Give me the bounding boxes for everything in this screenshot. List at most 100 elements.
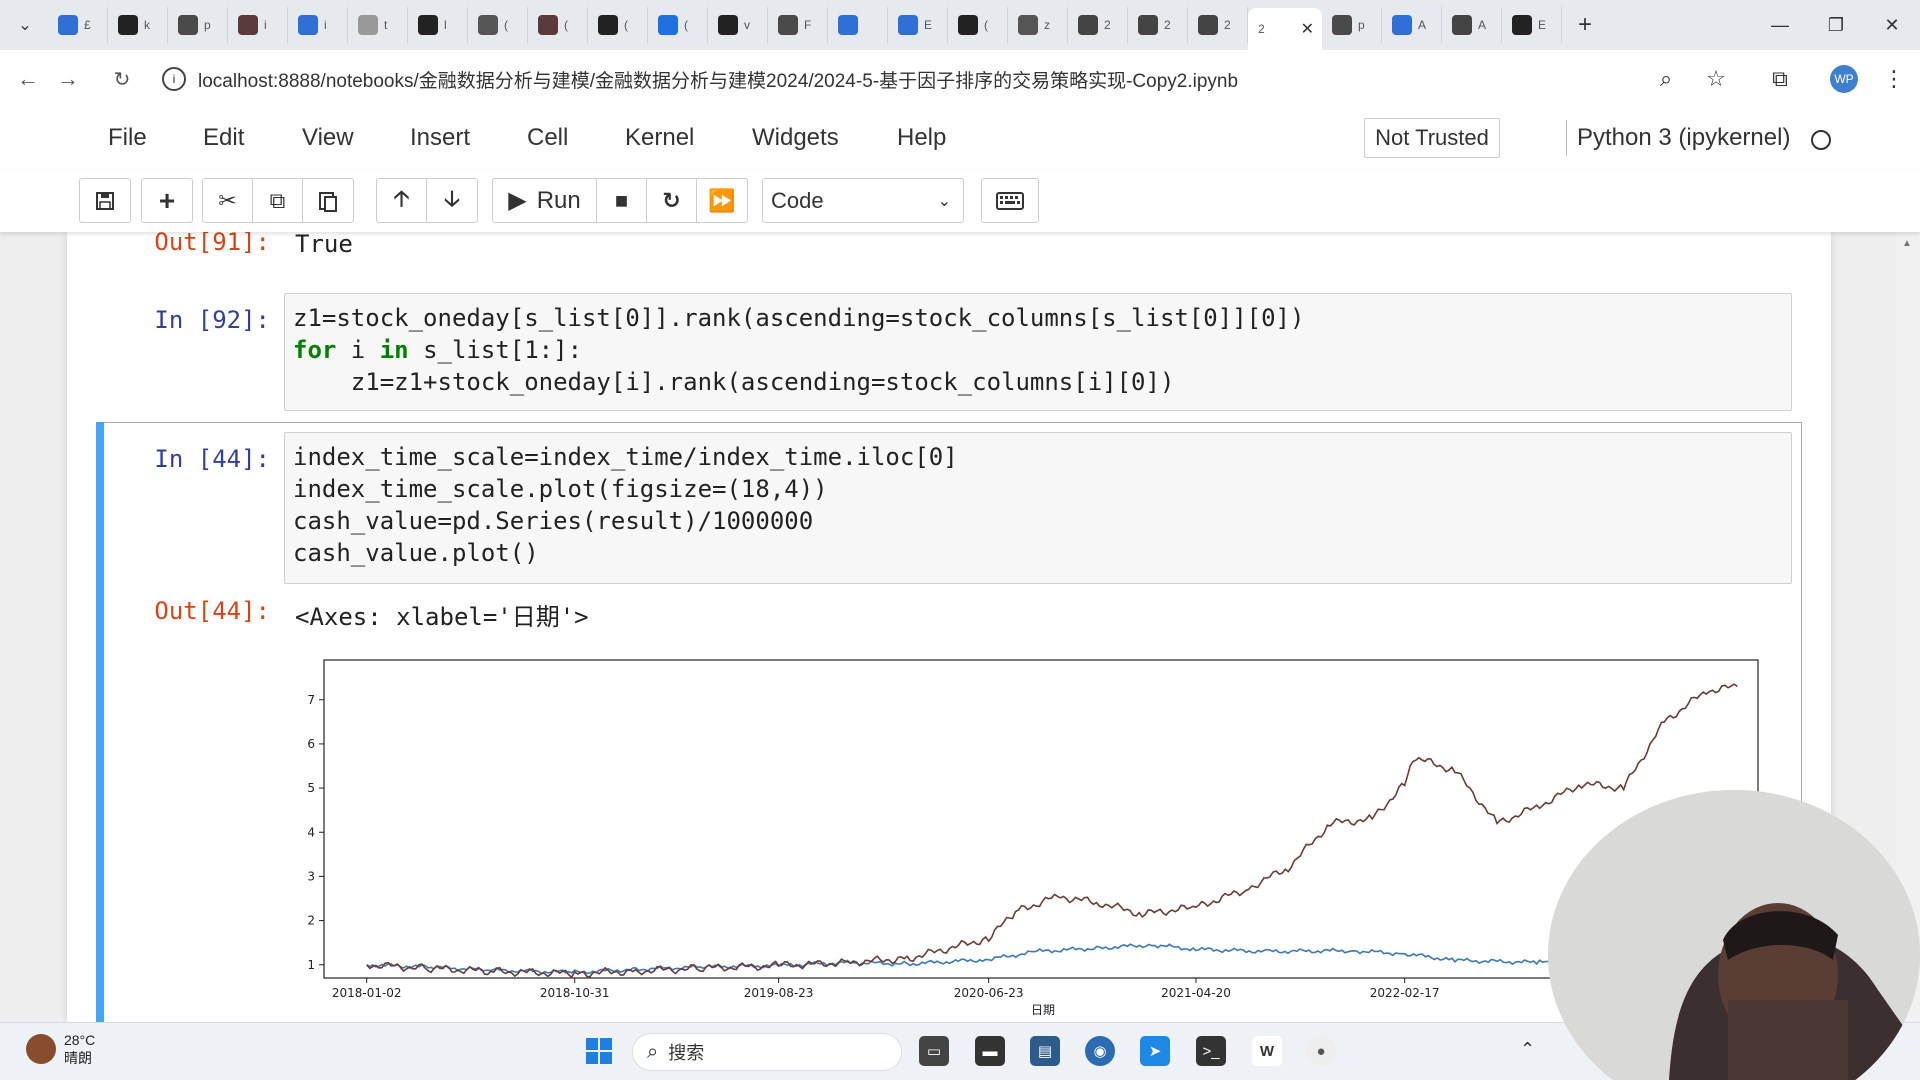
cut-scissors-icon[interactable]: ✂	[203, 179, 253, 222]
keyboard-shortcuts-icon[interactable]	[981, 178, 1039, 223]
restore-icon[interactable]: ❐	[1808, 0, 1864, 50]
url-input[interactable]: i localhost:8888/notebooks/金融数据分析与建模/金融数…	[150, 58, 1710, 100]
new-tab-button[interactable]: +	[1568, 8, 1602, 42]
browser-tab[interactable]: k	[108, 7, 168, 43]
book-icon	[1198, 15, 1218, 35]
browser-tab[interactable]: E	[888, 7, 948, 43]
browser-tab[interactable]: (	[588, 7, 648, 43]
menu-kernel[interactable]: Kernel	[625, 124, 694, 152]
browser-tab[interactable]: £	[48, 7, 108, 43]
save-icon[interactable]	[80, 179, 130, 222]
c-icon	[1332, 15, 1352, 35]
menu-cell[interactable]: Cell	[527, 124, 568, 152]
x-tick-label: 2020-06-23	[954, 986, 1024, 1000]
browser-tab[interactable]: E	[1502, 7, 1562, 43]
insert-group: +	[141, 178, 193, 223]
code-cell-44[interactable]: index_time_scale=index_time/index_time.i…	[284, 432, 1792, 584]
bot-icon	[58, 15, 78, 35]
reload-icon[interactable]: ↻	[102, 59, 142, 99]
browser-tab[interactable]: (	[648, 7, 708, 43]
menu-help[interactable]: Help	[897, 124, 946, 152]
windows-start-icon[interactable]	[584, 1036, 614, 1066]
code-line: cash_value=pd.Series(result)/1000000	[293, 507, 814, 535]
file-explorer-icon[interactable]: ▤	[1030, 1036, 1060, 1066]
browser-tab[interactable]	[828, 7, 888, 43]
scroll-up-arrow-icon[interactable]: ▲	[1902, 238, 1912, 249]
in92-prompt: In [92]:	[154, 306, 270, 334]
insert-cell-plus-icon[interactable]: +	[142, 179, 192, 222]
weather-widget[interactable]: 28°C 晴朗	[26, 1031, 95, 1067]
weather-desc: 晴朗	[64, 1050, 92, 1066]
wps-app-icon[interactable]: W	[1252, 1036, 1282, 1066]
y-tick-label: 1	[307, 958, 315, 972]
y-tick-label: 3	[307, 869, 315, 883]
cell-type-select[interactable]: Code ⌄	[762, 178, 964, 223]
browser-tab-label: (	[984, 18, 988, 32]
chrome-browser-icon[interactable]: ◉	[1085, 1036, 1115, 1066]
copy-icon[interactable]: ⧉	[253, 179, 303, 222]
feishu-app-icon[interactable]: ➤	[1140, 1036, 1170, 1066]
browser-tab[interactable]: z	[1008, 7, 1068, 43]
code-cell-92[interactable]: z1=stock_oneday[s_list[0]].rank(ascendin…	[284, 293, 1792, 411]
tab-search-chevron-icon[interactable]: ⌄	[8, 8, 42, 42]
menu-view[interactable]: View	[302, 124, 354, 152]
browser-tab[interactable]: A	[1442, 7, 1502, 43]
x-tick-label: 2018-01-02	[332, 986, 402, 1000]
browser-tab[interactable]: t	[348, 7, 408, 43]
selected-cell-indicator	[96, 422, 104, 1032]
menu-edit[interactable]: Edit	[203, 124, 244, 152]
out44-output: <Axes: xlabel='日期'>	[295, 603, 589, 631]
zoom-icon[interactable]: ⌕	[1652, 66, 1680, 92]
browser-tab[interactable]: i	[288, 7, 348, 43]
task-view-icon[interactable]: ▭	[919, 1036, 949, 1066]
bookmark-star-icon[interactable]: ☆	[1702, 66, 1730, 92]
browser-tab[interactable]: F	[768, 7, 828, 43]
browser-menu-icon[interactable]: ⋮	[1880, 66, 1908, 92]
close-tab-icon[interactable]: ✕	[1301, 19, 1314, 39]
active-tab[interactable]: 2 ✕	[1248, 8, 1322, 50]
browser-tab[interactable]: 2	[1188, 7, 1248, 43]
browser-tab[interactable]: v	[708, 7, 768, 43]
not-trusted-button[interactable]: Not Trusted	[1364, 118, 1500, 158]
paste-icon[interactable]	[303, 179, 353, 222]
forward-icon[interactable]: →	[48, 59, 88, 99]
browser-tab[interactable]: (	[468, 7, 528, 43]
x-tick-label: 2021-04-20	[1161, 986, 1231, 1000]
keyword-in: in	[379, 336, 409, 364]
browser-tab[interactable]: 2	[1128, 7, 1188, 43]
console-app-icon[interactable]: >_	[1196, 1036, 1226, 1066]
restart-kernel-icon[interactable]: ↻	[647, 179, 697, 222]
menu-widgets[interactable]: Widgets	[752, 124, 839, 152]
run-button[interactable]: ▶ Run	[493, 179, 597, 222]
cloud-icon	[898, 15, 918, 35]
browser-tab[interactable]: 2	[1068, 7, 1128, 43]
browser-tab[interactable]: p	[1322, 7, 1382, 43]
taskbar-search[interactable]: ⌕ 搜索	[632, 1033, 902, 1071]
minimize-icon[interactable]: —	[1752, 0, 1808, 50]
cell-type-value: Code	[771, 187, 824, 213]
recorder-app-icon[interactable]: ●	[1306, 1036, 1336, 1066]
extensions-icon[interactable]: ⧉	[1766, 66, 1794, 92]
terminal-app-icon[interactable]: ▬	[975, 1036, 1005, 1066]
url-text: localhost:8888/notebooks/金融数据分析与建模/金融数据分…	[198, 70, 1239, 92]
kernel-name[interactable]: Python 3 (ipykernel)	[1577, 124, 1790, 152]
browser-tab[interactable]: i	[228, 7, 288, 43]
restart-run-all-icon[interactable]: ⏩	[697, 179, 747, 222]
browser-tab[interactable]: (	[528, 7, 588, 43]
browser-tab[interactable]: l	[408, 7, 468, 43]
interrupt-stop-icon[interactable]: ■	[597, 179, 647, 222]
close-window-icon[interactable]: ✕	[1864, 0, 1920, 50]
move-up-arrow-icon[interactable]: 🡡	[377, 179, 427, 222]
menu-insert[interactable]: Insert	[410, 124, 470, 152]
site-info-icon[interactable]: i	[162, 67, 186, 91]
back-icon[interactable]: ←	[8, 59, 48, 99]
browser-tab[interactable]: A	[1382, 7, 1442, 43]
browser-tab[interactable]: p	[168, 7, 228, 43]
browser-tab[interactable]: (	[948, 7, 1008, 43]
menu-file[interactable]: File	[108, 124, 147, 152]
profile-avatar[interactable]: WP	[1830, 65, 1858, 93]
show-hidden-icons-chevron-icon[interactable]: ⌃	[1520, 1039, 1535, 1060]
move-down-arrow-icon[interactable]: 🡣	[427, 179, 477, 222]
y-tick-label: 5	[307, 781, 315, 795]
browser-tab-label: F	[804, 18, 812, 32]
